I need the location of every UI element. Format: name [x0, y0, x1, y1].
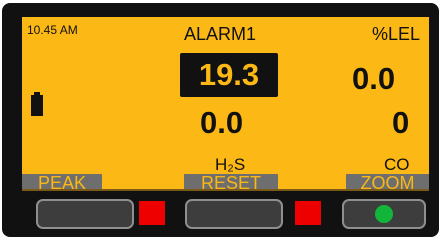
peak-button[interactable] [36, 199, 134, 229]
lcd-display: 10.45 AM ALARM1 %LEL 19.3 0.0 0.0 0 H₂S … [22, 17, 429, 191]
h2s-label: H₂S [215, 155, 246, 174]
alarm-led-left [139, 201, 165, 225]
alarm-readout-box: 19.3 [180, 53, 278, 97]
reset-button[interactable] [185, 199, 283, 229]
alarm-label: ALARM1 [184, 24, 257, 44]
softkey-label-zoom: ZOOM [346, 174, 429, 189]
h2s-value: 0.0 [200, 105, 244, 140]
lel-value: 0.0 [352, 61, 396, 96]
battery-icon [31, 92, 43, 116]
softkey-label-peak: PEAK [22, 174, 102, 189]
zoom-button[interactable] [342, 199, 426, 229]
lel-unit-label: %LEL [372, 24, 421, 44]
co-value: 0 [392, 105, 410, 140]
alarm-value: 19.3 [198, 57, 260, 92]
co-label: CO [384, 155, 410, 174]
softkey-label-reset: RESET [184, 174, 278, 189]
clock: 10.45 AM [27, 23, 78, 37]
gas-detector-device: 10.45 AM ALARM1 %LEL 19.3 0.0 0.0 0 H₂S … [2, 3, 439, 237]
alarm-led-right [295, 201, 321, 225]
green-status-led-icon [375, 205, 393, 223]
